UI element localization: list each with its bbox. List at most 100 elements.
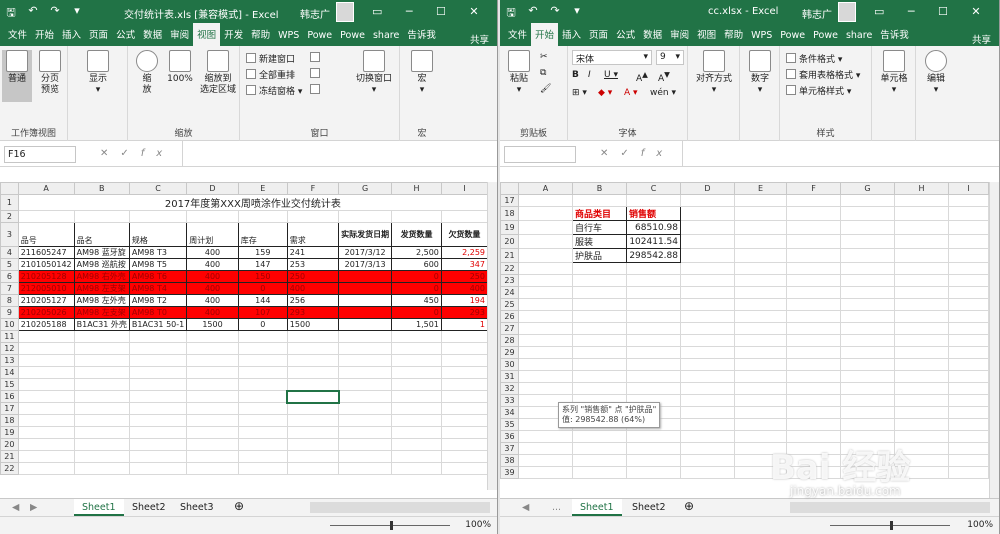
tab-9[interactable]: 帮助 — [247, 23, 274, 46]
cell[interactable] — [786, 358, 841, 371]
cell[interactable] — [391, 450, 442, 463]
sales-table-cell[interactable]: 102411.54 — [626, 234, 681, 249]
table-cell[interactable]: 400 — [186, 270, 239, 283]
sheet-tab-2[interactable]: Sheet2 — [624, 499, 674, 516]
cell[interactable] — [17, 402, 75, 415]
user-name[interactable]: 韩志广 — [802, 6, 832, 21]
cell[interactable] — [680, 298, 735, 311]
cell[interactable] — [286, 438, 340, 451]
cell[interactable] — [786, 310, 841, 323]
cell[interactable] — [237, 330, 288, 343]
cell[interactable] — [338, 366, 393, 379]
cell[interactable] — [734, 274, 787, 287]
cell[interactable] — [680, 220, 735, 235]
cell[interactable] — [391, 342, 442, 355]
sales-table-cell[interactable]: 自行车 — [572, 220, 627, 235]
table-cell[interactable]: 194 — [440, 294, 489, 307]
tab-6[interactable]: 审阅 — [166, 23, 193, 46]
font-color-icon[interactable]: A ▾ — [624, 88, 638, 98]
sheet-more[interactable]: ... — [544, 499, 569, 516]
table-cell[interactable]: 2101050142 — [17, 258, 75, 271]
table-cell[interactable]: 256 — [286, 294, 340, 307]
tab-5[interactable]: 数据 — [139, 23, 166, 46]
cell[interactable] — [286, 402, 340, 415]
switch-window-button[interactable]: 切换窗口 ▾ — [352, 50, 396, 96]
table-cell[interactable]: 400 — [186, 258, 239, 271]
cell[interactable] — [338, 414, 393, 427]
sheet-tab-1[interactable]: Sheet1 — [572, 499, 622, 516]
cell[interactable] — [518, 310, 573, 323]
cell[interactable] — [518, 382, 573, 395]
cell[interactable] — [391, 426, 442, 439]
cell[interactable] — [840, 370, 895, 383]
table-cell[interactable]: AM98 T5 — [128, 258, 188, 271]
column-header[interactable]: C — [128, 182, 188, 195]
cell[interactable] — [786, 394, 841, 407]
cell[interactable] — [680, 248, 735, 263]
cell[interactable] — [894, 206, 949, 221]
tab-5[interactable]: 数据 — [639, 23, 666, 46]
column-header[interactable]: G — [338, 182, 393, 195]
cell[interactable] — [237, 438, 288, 451]
window-controls[interactable]: ▭ ─ ☐ ✕ — [372, 5, 489, 18]
cell[interactable] — [286, 366, 340, 379]
row-header[interactable]: 22 — [0, 462, 19, 475]
cell[interactable] — [186, 378, 239, 391]
macro-button[interactable]: 宏 ▾ — [408, 50, 436, 96]
cell[interactable] — [286, 462, 340, 475]
table-cell[interactable] — [338, 294, 393, 307]
cell[interactable] — [128, 414, 188, 427]
cell[interactable] — [518, 298, 573, 311]
cell[interactable] — [440, 450, 489, 463]
cell[interactable] — [786, 298, 841, 311]
sales-table-cell[interactable]: 护肤品 — [572, 248, 627, 263]
table-cell[interactable]: B1AC31 50-1 — [128, 318, 188, 331]
cell[interactable] — [626, 262, 681, 275]
cell[interactable] — [440, 390, 489, 403]
cell[interactable] — [440, 342, 489, 355]
cell[interactable] — [17, 390, 75, 403]
column-header[interactable]: B — [73, 182, 130, 195]
cell[interactable] — [572, 334, 627, 347]
cell[interactable] — [237, 210, 288, 223]
cell[interactable] — [128, 426, 188, 439]
cell[interactable] — [786, 382, 841, 395]
cell[interactable] — [626, 442, 681, 455]
table-cell[interactable]: B1AC31 外壳 — [73, 318, 130, 331]
column-header[interactable]: G — [840, 182, 895, 195]
cell[interactable] — [572, 430, 627, 443]
cell[interactable] — [786, 286, 841, 299]
table-cell[interactable]: 347 — [440, 258, 489, 271]
header-cell[interactable]: 发货数量 — [391, 222, 442, 247]
table-cell[interactable]: 107 — [237, 306, 288, 319]
cell[interactable] — [626, 382, 681, 395]
tab-13[interactable]: 告诉我 — [876, 23, 913, 46]
cell[interactable] — [186, 438, 239, 451]
cell[interactable] — [948, 370, 989, 383]
tab-4[interactable]: 公式 — [112, 23, 139, 46]
cell[interactable] — [840, 234, 895, 249]
table-cell[interactable]: 211605247 — [17, 246, 75, 259]
cell[interactable] — [286, 342, 340, 355]
zoom-100-button[interactable]: 100% — [164, 50, 196, 85]
cell[interactable] — [518, 454, 573, 467]
cell[interactable] — [840, 206, 895, 221]
cell[interactable] — [17, 414, 75, 427]
tab-11[interactable]: Powe — [809, 26, 842, 46]
row-header[interactable]: 25 — [500, 298, 519, 311]
table-cell[interactable]: 0 — [237, 318, 288, 331]
row-header[interactable]: 10 — [0, 318, 19, 331]
row-header[interactable]: 24 — [500, 286, 519, 299]
row-header[interactable]: 29 — [500, 346, 519, 359]
cell[interactable] — [186, 450, 239, 463]
cell[interactable] — [840, 274, 895, 287]
font-shrink-icon[interactable]: A▼ — [658, 70, 670, 84]
cell[interactable] — [894, 194, 949, 207]
undo-icon[interactable]: ↶ — [26, 4, 40, 23]
cell[interactable] — [948, 234, 989, 249]
row-header[interactable]: 6 — [0, 270, 19, 283]
cell[interactable] — [128, 438, 188, 451]
cell[interactable] — [680, 334, 735, 347]
cell[interactable] — [680, 234, 735, 249]
font-grow-icon[interactable]: A▲ — [636, 70, 648, 84]
